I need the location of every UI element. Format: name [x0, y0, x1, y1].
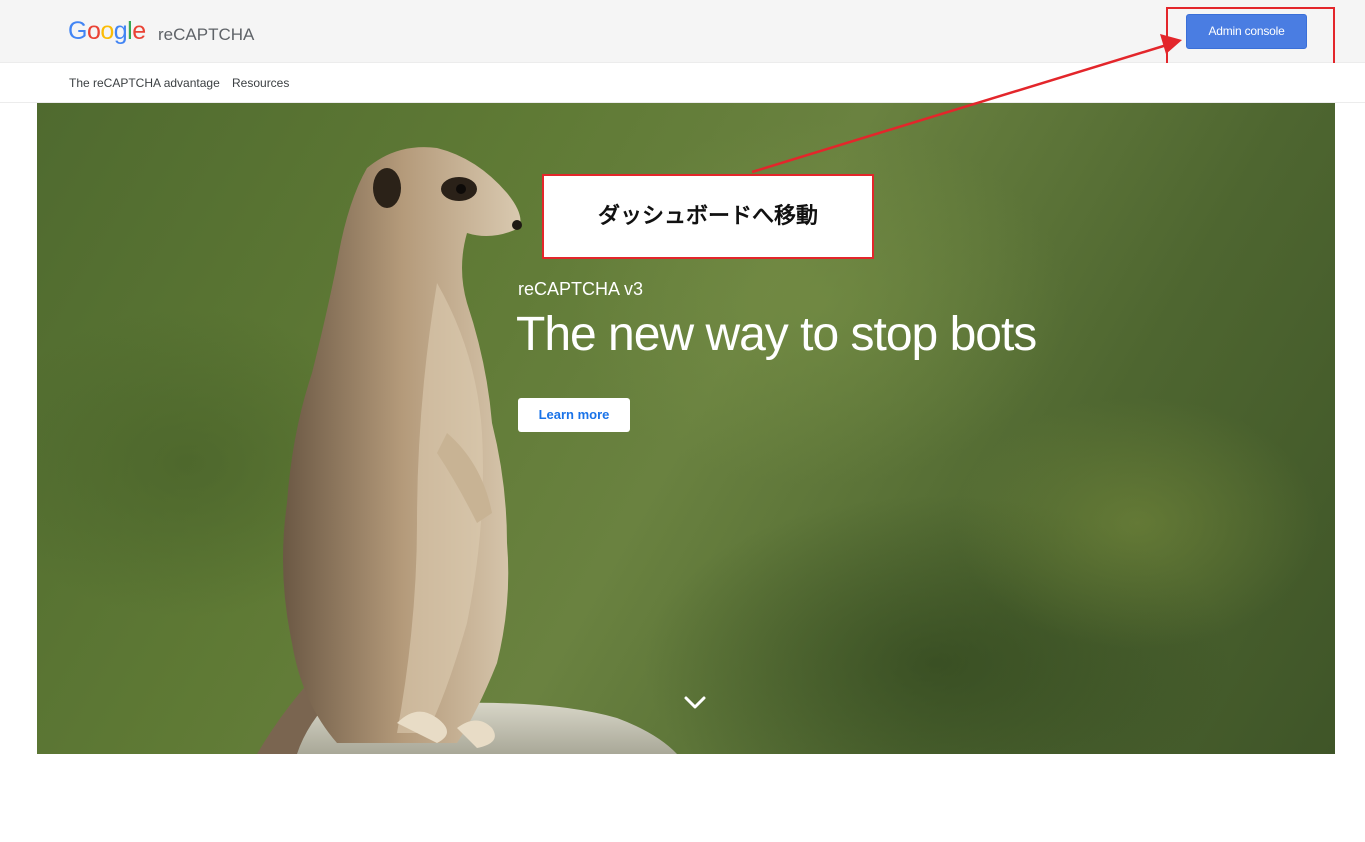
- learn-more-button[interactable]: Learn more: [518, 398, 630, 432]
- hero-subtitle: reCAPTCHA v3: [518, 279, 644, 299]
- top-bar: Google reCAPTCHA Admin console: [0, 0, 1365, 63]
- google-logo[interactable]: Google: [68, 16, 146, 46]
- logo-letter: G: [68, 17, 87, 45]
- product-name[interactable]: reCAPTCHA: [158, 25, 254, 45]
- sub-navigation: The reCAPTCHA advantage Resources: [0, 63, 1365, 103]
- admin-button-highlight: [1166, 7, 1335, 68]
- chevron-down-icon[interactable]: [683, 693, 707, 713]
- hero-title: The new way to stop bots: [516, 308, 1037, 361]
- logo-letter: g: [113, 17, 128, 45]
- nav-link-advantage[interactable]: The reCAPTCHA advantage: [69, 76, 220, 90]
- nav-link-resources[interactable]: Resources: [232, 76, 289, 90]
- annotation-text: ダッシュボードへ移動: [597, 204, 818, 229]
- logo-letter: e: [132, 17, 146, 45]
- logo-letter: o: [100, 17, 114, 45]
- annotation-callout: ダッシュボードへ移動: [542, 174, 874, 259]
- logo-letter: o: [86, 17, 101, 45]
